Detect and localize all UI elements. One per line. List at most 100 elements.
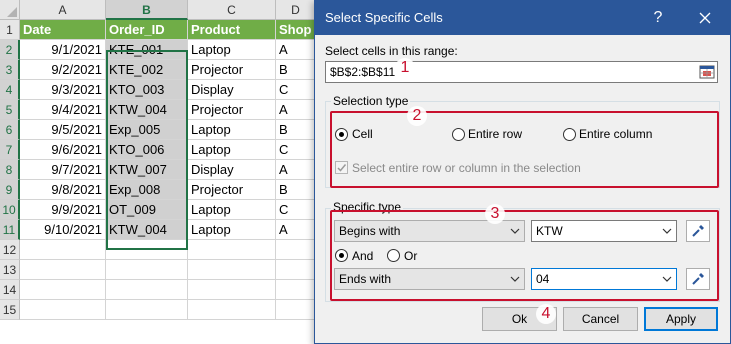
- empty-cell[interactable]: [276, 280, 316, 300]
- row-header-12[interactable]: 12: [0, 240, 20, 260]
- table-cell[interactable]: 9/5/2021: [20, 120, 106, 140]
- empty-cell[interactable]: [20, 300, 106, 320]
- chevron-down-icon: [510, 228, 520, 234]
- column-header-b[interactable]: B: [106, 0, 188, 20]
- range-picker-button[interactable]: [698, 63, 716, 81]
- empty-cell[interactable]: [20, 240, 106, 260]
- dialog-title: Select Specific Cells: [325, 10, 443, 25]
- table-cell[interactable]: Display: [188, 80, 276, 100]
- empty-cell[interactable]: [188, 280, 276, 300]
- table-cell[interactable]: C: [276, 80, 316, 100]
- column-header-d[interactable]: D: [276, 0, 316, 20]
- entire-row-column-checkbox[interactable]: [335, 161, 348, 174]
- table-cell[interactable]: C: [276, 140, 316, 160]
- table-cell[interactable]: B: [276, 180, 316, 200]
- row-header-6[interactable]: 6: [0, 120, 20, 140]
- table-cell[interactable]: 9/1/2021: [20, 40, 106, 60]
- radio-cell[interactable]: [335, 128, 348, 141]
- empty-cell[interactable]: [106, 280, 188, 300]
- step-marker-3: 3: [485, 204, 505, 224]
- table-cell[interactable]: 9/9/2021: [20, 200, 106, 220]
- table-cell[interactable]: Exp_005: [106, 120, 188, 140]
- column-header-a[interactable]: A: [20, 0, 106, 20]
- empty-cell[interactable]: [276, 240, 316, 260]
- table-cell[interactable]: 9/2/2021: [20, 60, 106, 80]
- cancel-button[interactable]: Cancel: [563, 307, 638, 331]
- empty-cell[interactable]: [276, 260, 316, 280]
- apply-button[interactable]: Apply: [644, 307, 718, 331]
- radio-or[interactable]: [387, 249, 400, 262]
- table-cell[interactable]: A: [276, 100, 316, 120]
- table-cell[interactable]: 9/10/2021: [20, 220, 106, 240]
- empty-cell[interactable]: [20, 260, 106, 280]
- empty-cell[interactable]: [106, 240, 188, 260]
- empty-cell[interactable]: [20, 280, 106, 300]
- table-cell[interactable]: B: [276, 120, 316, 140]
- empty-cell[interactable]: [276, 300, 316, 320]
- empty-cell[interactable]: [106, 300, 188, 320]
- empty-cell[interactable]: [106, 260, 188, 280]
- table-cell[interactable]: A: [276, 220, 316, 240]
- table-cell[interactable]: Laptop: [188, 200, 276, 220]
- table-cell[interactable]: OT_009: [106, 200, 188, 220]
- header-cell[interactable]: Product: [188, 20, 276, 40]
- table-cell[interactable]: Laptop: [188, 40, 276, 60]
- header-cell[interactable]: Shop: [276, 20, 316, 40]
- row-header-14[interactable]: 14: [0, 280, 20, 300]
- row-header-9[interactable]: 9: [0, 180, 20, 200]
- close-button[interactable]: [683, 1, 727, 35]
- row-header-4[interactable]: 4: [0, 80, 20, 100]
- first-value-picker-button[interactable]: [686, 220, 710, 242]
- row-header-2[interactable]: 2: [0, 40, 20, 60]
- table-cell[interactable]: 9/3/2021: [20, 80, 106, 100]
- table-cell[interactable]: 9/7/2021: [20, 160, 106, 180]
- select-all-corner[interactable]: [0, 0, 20, 20]
- empty-cell[interactable]: [188, 240, 276, 260]
- table-cell[interactable]: Laptop: [188, 120, 276, 140]
- table-cell[interactable]: Laptop: [188, 140, 276, 160]
- help-button[interactable]: ?: [636, 1, 680, 35]
- radio-entire-row[interactable]: [452, 128, 465, 141]
- table-cell[interactable]: 9/4/2021: [20, 100, 106, 120]
- row-header-15[interactable]: 15: [0, 300, 20, 320]
- column-header-c[interactable]: C: [188, 0, 276, 20]
- table-cell[interactable]: KTO_003: [106, 80, 188, 100]
- range-input[interactable]: $B$2:$B$11: [325, 61, 718, 83]
- table-cell[interactable]: KTO_006: [106, 140, 188, 160]
- table-cell[interactable]: KTW_007: [106, 160, 188, 180]
- first-value-combo[interactable]: KTW: [531, 220, 677, 242]
- table-cell[interactable]: KTW_004: [106, 100, 188, 120]
- table-cell[interactable]: B: [276, 60, 316, 80]
- table-cell[interactable]: KTE_002: [106, 60, 188, 80]
- row-header-11[interactable]: 11: [0, 220, 20, 240]
- table-cell[interactable]: 9/8/2021: [20, 180, 106, 200]
- table-cell[interactable]: Projector: [188, 100, 276, 120]
- empty-cell[interactable]: [188, 300, 276, 320]
- row-header-13[interactable]: 13: [0, 260, 20, 280]
- second-value-combo[interactable]: 04: [531, 268, 677, 290]
- table-cell[interactable]: C: [276, 200, 316, 220]
- table-cell[interactable]: 9/6/2021: [20, 140, 106, 160]
- radio-entire-column[interactable]: [563, 128, 576, 141]
- second-value-picker-button[interactable]: [686, 268, 710, 290]
- second-condition-select[interactable]: Ends with: [334, 268, 525, 290]
- table-cell[interactable]: KTE_001: [106, 40, 188, 60]
- row-header-1[interactable]: 1: [0, 20, 20, 40]
- radio-and[interactable]: [335, 249, 348, 262]
- header-cell[interactable]: Date: [20, 20, 106, 40]
- table-cell[interactable]: Projector: [188, 60, 276, 80]
- row-header-10[interactable]: 10: [0, 200, 20, 220]
- row-header-5[interactable]: 5: [0, 100, 20, 120]
- header-cell[interactable]: Order_ID: [106, 20, 188, 40]
- table-cell[interactable]: Projector: [188, 180, 276, 200]
- table-cell[interactable]: Exp_008: [106, 180, 188, 200]
- table-cell[interactable]: Laptop: [188, 220, 276, 240]
- empty-cell[interactable]: [188, 260, 276, 280]
- table-cell[interactable]: KTW_004: [106, 220, 188, 240]
- table-cell[interactable]: A: [276, 160, 316, 180]
- row-header-7[interactable]: 7: [0, 140, 20, 160]
- table-cell[interactable]: A: [276, 40, 316, 60]
- row-header-8[interactable]: 8: [0, 160, 20, 180]
- table-cell[interactable]: Display: [188, 160, 276, 180]
- row-header-3[interactable]: 3: [0, 60, 20, 80]
